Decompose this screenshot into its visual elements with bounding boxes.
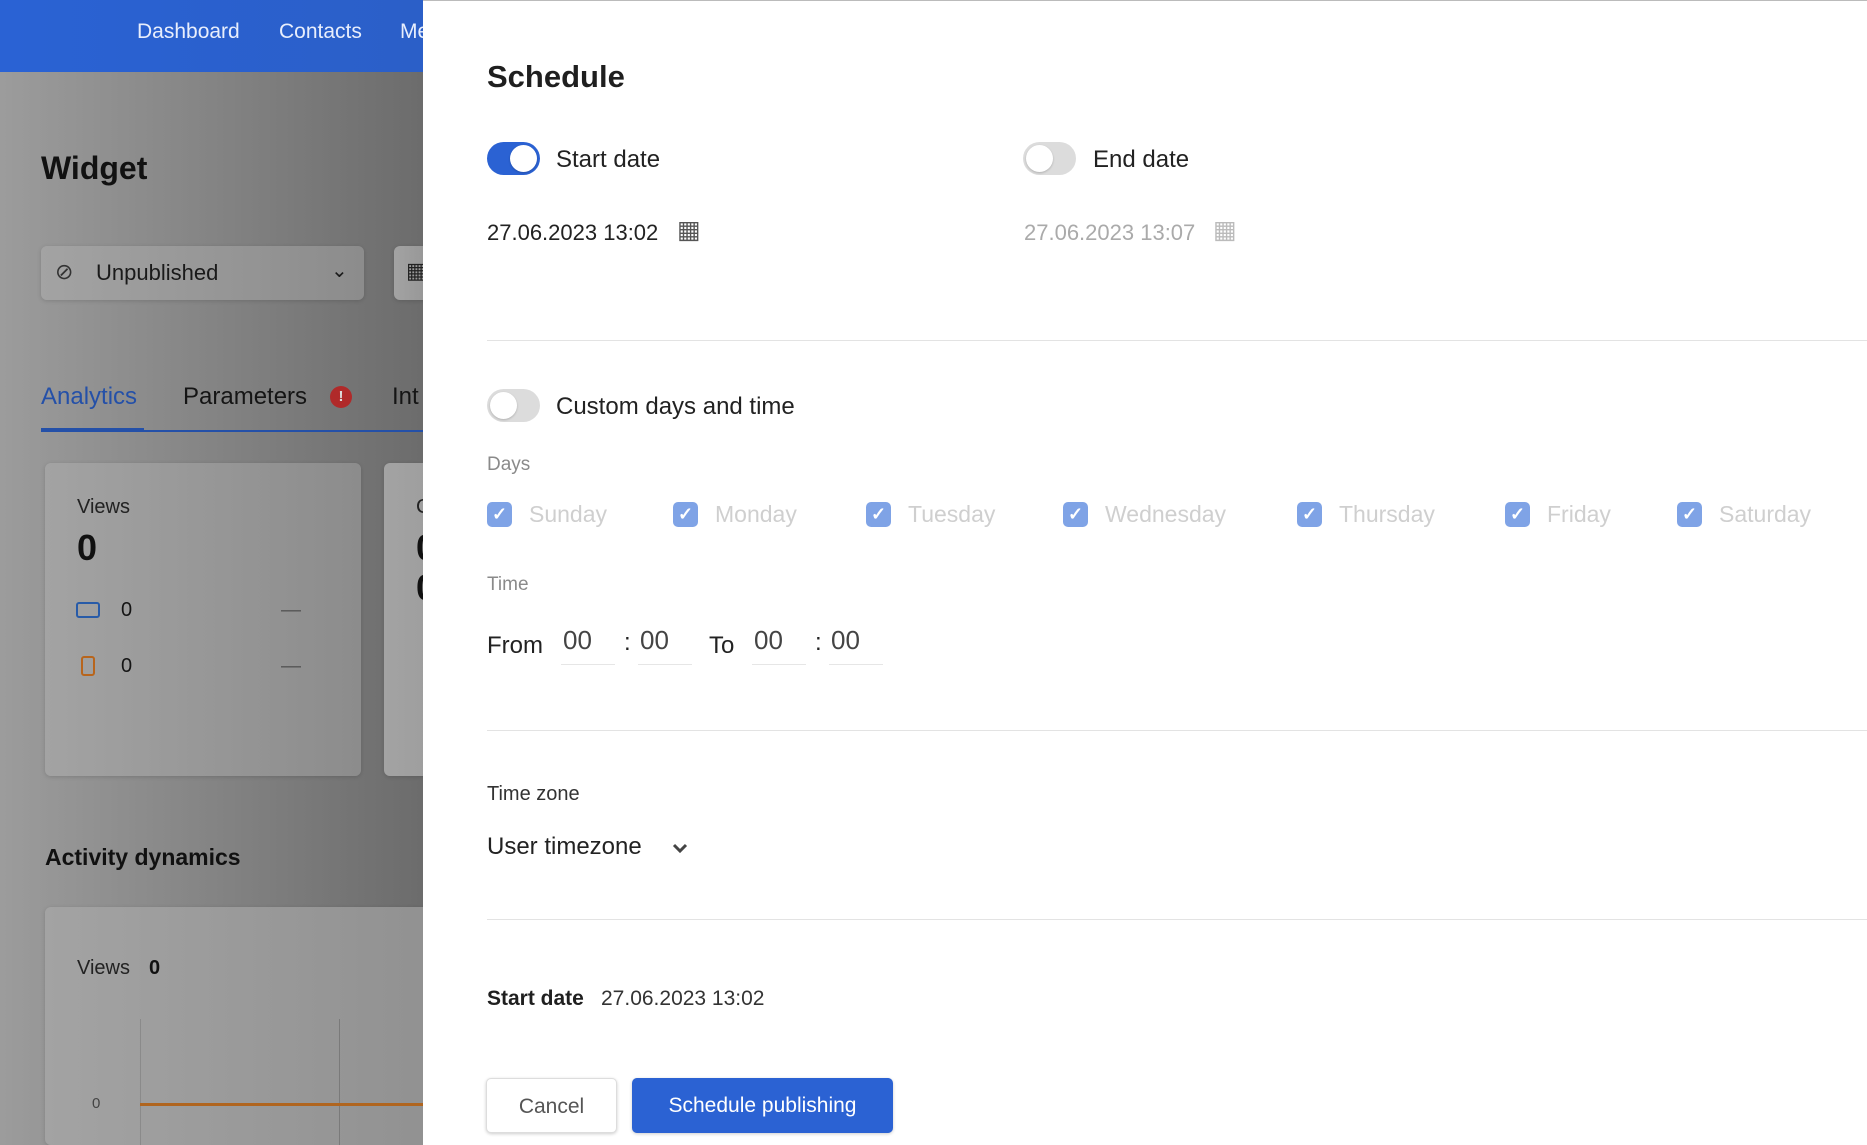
timezone-select[interactable]: User timezone xyxy=(487,831,697,867)
chevron-down-icon: ⌄ xyxy=(331,260,348,282)
summary-value: 27.06.2023 13:02 xyxy=(601,987,765,1010)
calendar-button[interactable]: ▦ xyxy=(394,246,423,300)
second-card-value: 0 xyxy=(416,527,423,569)
to-hours-input[interactable]: 00 xyxy=(752,625,806,665)
views-card: Views 0 0 — 0 — xyxy=(45,463,361,776)
cancel-button[interactable]: Cancel xyxy=(486,1078,617,1133)
desktop-count: 0 xyxy=(121,599,133,621)
from-label: From xyxy=(487,632,543,659)
calendar-icon[interactable]: ▦ xyxy=(1213,215,1237,245)
second-card-label: C xyxy=(416,496,423,519)
nav-contacts[interactable]: Contacts xyxy=(279,20,362,44)
desktop-trend: — xyxy=(281,599,301,621)
nav-dashboard[interactable]: Dashboard xyxy=(137,20,240,44)
custom-days-toggle[interactable] xyxy=(487,389,540,422)
start-date-label: Start date xyxy=(556,146,661,173)
day-checkbox-saturday[interactable]: ✓ xyxy=(1677,502,1702,527)
day-label: Sunday xyxy=(529,501,608,527)
second-card-value2: 0 xyxy=(416,567,423,609)
end-date-label: End date xyxy=(1093,146,1190,173)
day-checkbox-wednesday[interactable]: ✓ xyxy=(1063,502,1088,527)
from-hours-input[interactable]: 00 xyxy=(561,625,615,665)
day-label: Thursday xyxy=(1339,501,1435,527)
time-label: Time xyxy=(487,574,529,595)
day-checkbox-sunday[interactable]: ✓ xyxy=(487,502,512,527)
timezone-value: User timezone xyxy=(487,833,642,860)
status-select[interactable]: ⊘ Unpublished ⌄ xyxy=(41,246,364,300)
custom-days-label: Custom days and time xyxy=(556,393,795,420)
tab-analytics[interactable]: Analytics xyxy=(41,383,137,411)
active-tab-indicator xyxy=(41,428,144,432)
desktop-icon xyxy=(76,602,100,618)
views-series-line xyxy=(140,1103,423,1106)
summary-label: Start date xyxy=(487,987,584,1010)
mobile-trend: — xyxy=(281,655,301,677)
activity-chart-card: Views 0 0 xyxy=(45,907,423,1145)
background-page-dimmed[interactable]: Widget ⊘ Unpublished ⌄ ▦ Analytics Param… xyxy=(0,72,423,1145)
gridline xyxy=(339,1019,340,1145)
end-date-input[interactable]: 27.06.2023 13:07 xyxy=(1024,220,1195,246)
chevron-down-icon[interactable] xyxy=(671,841,689,855)
tab-int[interactable]: Int xyxy=(392,383,419,411)
schedule-panel: Schedule Start date End date 27.06.2023 … xyxy=(423,0,1867,1145)
colon: : xyxy=(815,629,822,656)
views-value: 0 xyxy=(77,527,98,568)
day-checkbox-monday[interactable]: ✓ xyxy=(673,502,698,527)
to-minutes-input[interactable]: 00 xyxy=(829,625,883,665)
tab-parameters[interactable]: Parameters xyxy=(183,383,307,411)
page-title: Widget xyxy=(41,150,148,186)
start-date-input[interactable]: 27.06.2023 13:02 xyxy=(487,220,658,246)
divider xyxy=(487,340,1867,341)
calendar-icon: ▦ xyxy=(406,258,423,283)
colon: : xyxy=(624,629,631,656)
y-tick-label: 0 xyxy=(92,1095,101,1112)
chart-views-value: 0 xyxy=(149,957,161,979)
eye-off-icon: ⊘ xyxy=(55,259,74,284)
start-date-toggle[interactable] xyxy=(487,142,540,175)
to-label: To xyxy=(709,632,735,659)
day-label: Friday xyxy=(1547,501,1611,527)
divider xyxy=(487,730,1867,731)
second-card: C 0 0 xyxy=(384,463,423,776)
days-label: Days xyxy=(487,454,531,475)
day-checkbox-thursday[interactable]: ✓ xyxy=(1297,502,1322,527)
timezone-label: Time zone xyxy=(487,783,580,805)
from-minutes-input[interactable]: 00 xyxy=(638,625,692,665)
activity-title: Activity dynamics xyxy=(45,844,241,870)
chart-views-label: Views xyxy=(77,957,130,979)
day-label: Tuesday xyxy=(908,501,996,527)
alert-badge-icon: ! xyxy=(330,386,352,408)
day-checkbox-tuesday[interactable]: ✓ xyxy=(866,502,891,527)
day-checkbox-friday[interactable]: ✓ xyxy=(1505,502,1530,527)
day-label: Monday xyxy=(715,501,797,527)
day-label: Wednesday xyxy=(1105,501,1227,527)
mobile-count: 0 xyxy=(121,655,133,677)
status-value: Unpublished xyxy=(96,260,219,285)
gridline xyxy=(140,1019,141,1145)
mobile-icon xyxy=(81,656,95,676)
day-label: Saturday xyxy=(1719,501,1812,527)
divider xyxy=(487,919,1867,920)
calendar-icon[interactable]: ▦ xyxy=(677,215,701,245)
top-nav: Dashboard Contacts Me xyxy=(0,0,429,72)
schedule-title: Schedule xyxy=(487,59,625,94)
views-label: Views xyxy=(77,496,130,518)
end-date-toggle[interactable] xyxy=(1023,142,1076,175)
schedule-publishing-button[interactable]: Schedule publishing xyxy=(632,1078,893,1133)
